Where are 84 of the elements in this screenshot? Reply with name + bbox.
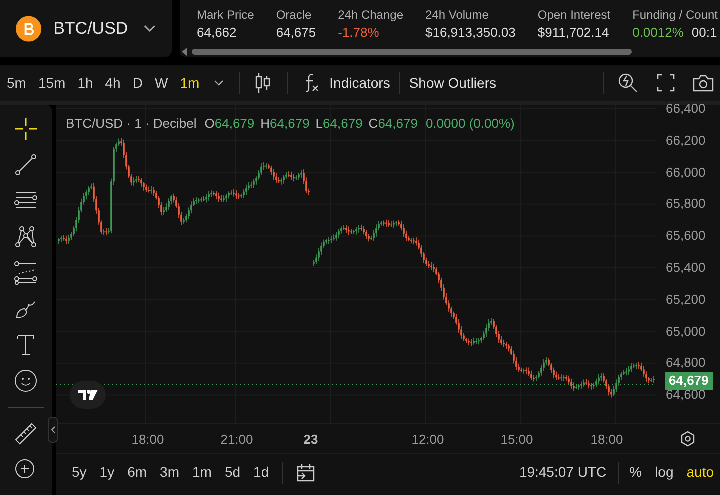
- time-tick: 21:00: [220, 430, 254, 448]
- calendar-icon[interactable]: [296, 462, 316, 482]
- price-tick: 64,600: [666, 388, 706, 402]
- ohlc-key: H: [260, 114, 270, 134]
- range-button[interactable]: 1d: [254, 462, 270, 483]
- scale-option[interactable]: %: [630, 462, 642, 483]
- bitcoin-icon: [16, 16, 42, 42]
- stat-label: Funding / Count: [632, 7, 718, 24]
- range-button[interactable]: 6m: [128, 462, 148, 483]
- logo-icon: [78, 390, 98, 400]
- range-button[interactable]: 5d: [224, 462, 241, 483]
- function-icon: [304, 73, 320, 93]
- chart-legend-title: BTC/USD · 1 · Decibel: [66, 115, 197, 133]
- chevron-left-icon: [50, 426, 56, 434]
- fullscreen-icon[interactable]: [657, 74, 675, 92]
- stat-value: -1.78%: [338, 24, 380, 42]
- scale-option[interactable]: log: [655, 462, 674, 483]
- stat-label: 24h Change: [338, 7, 404, 24]
- price-tick: 66,000: [666, 166, 706, 180]
- range-button[interactable]: 5y: [72, 462, 87, 483]
- candlestick-icon[interactable]: [254, 72, 271, 94]
- stat-label: Open Interest: [538, 7, 611, 24]
- price-tick: 65,800: [666, 197, 706, 212]
- price-tick: 65,200: [666, 292, 706, 307]
- stat-value: $16,913,350.03: [426, 24, 516, 42]
- chevron-down-icon[interactable]: [214, 80, 224, 86]
- scroll-left-icon[interactable]: [182, 48, 188, 56]
- scrollbar-thumb[interactable]: [192, 49, 632, 55]
- stat-label: Mark Price: [197, 7, 254, 24]
- timeframe-button[interactable]: W: [154, 72, 168, 94]
- stat-value: 64,662: [197, 24, 237, 42]
- time-tick: 15:00: [500, 430, 534, 448]
- show-outliers-button[interactable]: Show Outliers: [409, 72, 496, 94]
- time-tick: 18:00: [590, 430, 624, 448]
- timeframe-button[interactable]: 4h: [105, 72, 121, 94]
- range-button[interactable]: 1m: [192, 462, 212, 483]
- ohlc-value: 64,679: [270, 115, 310, 133]
- time-tick: 12:00: [412, 430, 444, 448]
- chevron-down-icon: [144, 24, 156, 32]
- timeframe-button[interactable]: D: [132, 72, 143, 94]
- smiley-icon[interactable]: [14, 369, 38, 393]
- price-tick: 64,800: [666, 356, 706, 370]
- stat-label: 24h Volume: [426, 7, 490, 24]
- time-tick: 18:00: [132, 430, 164, 448]
- camera-icon[interactable]: [693, 74, 714, 92]
- ohlc-key: C: [368, 114, 378, 134]
- price-tick: 65,600: [666, 229, 706, 244]
- timeframe-button[interactable]: 1m: [180, 72, 200, 94]
- symbol-name: BTC/USD: [54, 18, 128, 40]
- ohlc-key: O: [204, 114, 215, 134]
- current-price-label: 64,679: [665, 372, 713, 390]
- ohlc-value: 64,679: [323, 115, 363, 133]
- stat-value: $911,702.14: [538, 24, 610, 42]
- range-button[interactable]: 1y: [100, 462, 115, 483]
- timeframe-button[interactable]: 15m: [38, 72, 66, 94]
- ohlc-key: L: [316, 114, 324, 134]
- stat-value: 0.0012%: [632, 24, 684, 42]
- timeframe-button[interactable]: 1h: [78, 72, 94, 94]
- trend-line-icon[interactable]: [14, 153, 38, 177]
- ohlc-value: 64,679: [214, 115, 255, 133]
- scale-option[interactable]: auto: [686, 462, 714, 483]
- ruler-icon[interactable]: [14, 422, 38, 446]
- price-change: 0.0000 (0.00%): [426, 115, 515, 133]
- countdown-value: 00:1: [692, 24, 718, 42]
- price-tick: 65,000: [666, 324, 706, 339]
- time-tick: 23: [304, 430, 318, 448]
- tradingview-logo[interactable]: [70, 381, 106, 409]
- timeframe-button[interactable]: 5m: [7, 72, 26, 94]
- ohlc-value: 64,679: [378, 115, 418, 133]
- fibonacci-lines-icon[interactable]: [14, 261, 38, 285]
- collapse-handle[interactable]: [48, 417, 58, 443]
- stat-value: 64,675: [276, 24, 316, 42]
- search-flash-icon[interactable]: [618, 73, 638, 93]
- price-tick: 65,400: [666, 261, 706, 275]
- stat-label: Oracle: [276, 7, 313, 24]
- crosshair-icon[interactable]: [14, 117, 38, 141]
- settings-icon[interactable]: [680, 430, 696, 446]
- symbol-selector[interactable]: BTC/USD: [0, 0, 172, 57]
- price-tick: 66,400: [666, 102, 706, 116]
- price-tick: 66,200: [666, 134, 706, 148]
- pattern-icon[interactable]: [14, 225, 38, 249]
- clock-time: 19:45:07 UTC: [519, 463, 607, 482]
- range-button[interactable]: 3m: [160, 462, 180, 483]
- indicators-button[interactable]: Indicators: [304, 72, 390, 94]
